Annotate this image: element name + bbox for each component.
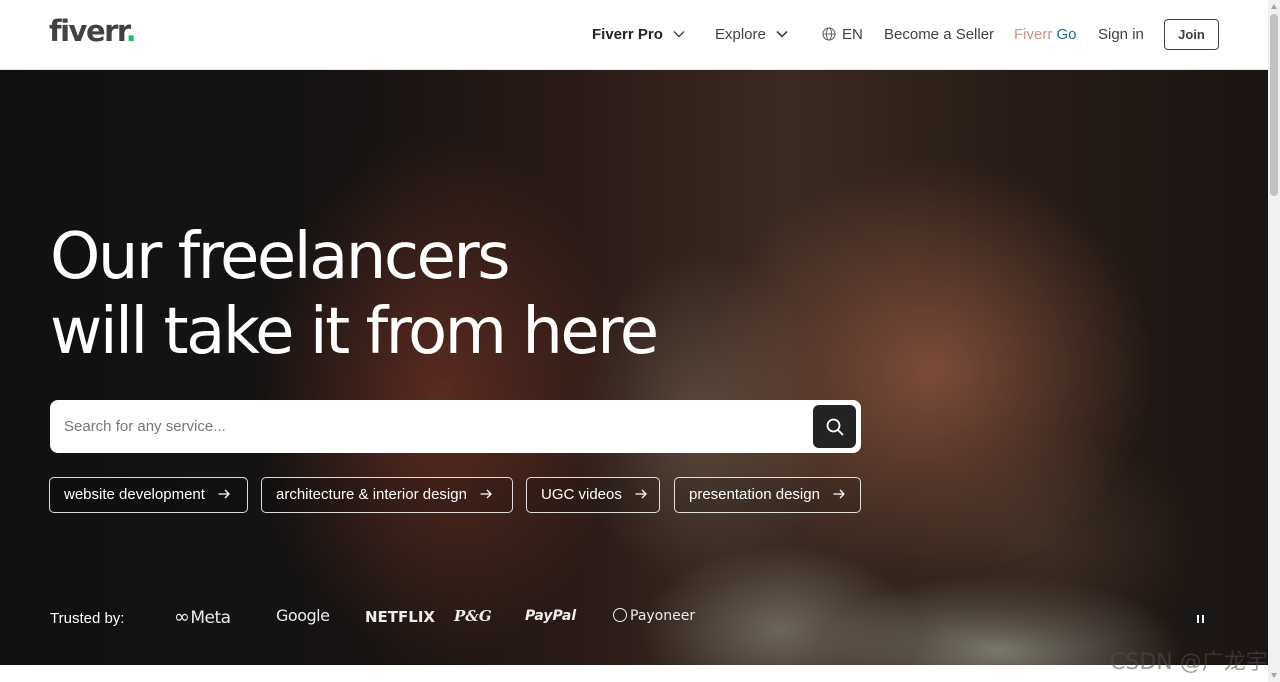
meta-logo: ∞Meta bbox=[174, 606, 231, 628]
nav-become-seller[interactable]: Become a Seller bbox=[884, 25, 994, 45]
chevron-down-icon bbox=[673, 30, 685, 38]
join-button[interactable]: Join bbox=[1164, 19, 1219, 50]
hero-title-line2: will take it from here bbox=[50, 295, 659, 369]
page-scrollbar[interactable] bbox=[1268, 0, 1280, 682]
suggestion-chip[interactable]: architecture & interior design bbox=[261, 477, 513, 513]
arrow-right-icon bbox=[833, 489, 846, 499]
fiverr-logo[interactable]: fiverr. bbox=[49, 14, 137, 48]
logo-dot: . bbox=[125, 14, 137, 48]
paypal-logo: PayPal bbox=[525, 608, 577, 624]
payoneer-ring-icon bbox=[613, 607, 627, 622]
search-icon bbox=[826, 418, 843, 435]
arrow-right-icon bbox=[218, 489, 231, 499]
payoneer-logo-text: Payoneer bbox=[630, 608, 696, 624]
scroll-up-arrow-icon[interactable] bbox=[1271, 4, 1277, 9]
fiverr-go-part1: Fiverr bbox=[1014, 26, 1053, 43]
suggestion-chip[interactable]: UGC videos bbox=[526, 477, 660, 513]
payoneer-logo: Payoneer bbox=[613, 607, 696, 624]
top-header: fiverr. Fiverr Pro Explore EN Become a S… bbox=[0, 0, 1268, 70]
trusted-by-label: Trusted by: bbox=[50, 610, 125, 627]
meta-logo-text: Meta bbox=[190, 608, 231, 628]
nav-language-label: EN bbox=[842, 26, 863, 43]
chevron-down-icon bbox=[776, 30, 788, 38]
suggestion-label: architecture & interior design bbox=[276, 486, 467, 503]
logo-text: fiverr bbox=[49, 14, 127, 48]
search-button[interactable] bbox=[813, 405, 856, 448]
pause-icon bbox=[1196, 615, 1199, 623]
nav-sign-in[interactable]: Sign in bbox=[1098, 25, 1144, 45]
nav-fiverr-pro-label: Fiverr Pro bbox=[592, 26, 663, 43]
search-input[interactable] bbox=[50, 400, 810, 453]
scroll-thumb[interactable] bbox=[1270, 14, 1278, 196]
suggestion-chip[interactable]: website development bbox=[49, 477, 248, 513]
nav-fiverr-pro[interactable]: Fiverr Pro bbox=[592, 25, 685, 45]
netflix-logo: NETFLIX bbox=[365, 608, 435, 626]
nav-explore[interactable]: Explore bbox=[715, 25, 788, 45]
scroll-down-arrow-icon[interactable] bbox=[1271, 673, 1277, 678]
nav-explore-label: Explore bbox=[715, 26, 766, 43]
suggestion-label: UGC videos bbox=[541, 486, 622, 503]
video-pause-button[interactable] bbox=[1182, 601, 1218, 637]
arrow-right-icon bbox=[480, 489, 493, 499]
globe-icon bbox=[822, 27, 836, 41]
suggestion-label: website development bbox=[64, 486, 205, 503]
arrow-right-icon bbox=[635, 489, 647, 499]
google-logo: Google bbox=[276, 606, 330, 625]
hero-section: Our freelancers will take it from here w… bbox=[0, 70, 1268, 665]
pause-icon-bar bbox=[1201, 615, 1204, 623]
hero-title-line1: Our freelancers bbox=[50, 220, 511, 294]
nav-language[interactable]: EN bbox=[822, 25, 863, 45]
search-bar bbox=[50, 400, 861, 453]
csdn-watermark: CSDN @广龙宇 bbox=[1110, 650, 1268, 675]
pg-logo: P&G bbox=[454, 607, 492, 625]
suggestion-chip[interactable]: presentation design bbox=[674, 477, 861, 513]
fiverr-go-part2: Go bbox=[1052, 26, 1077, 43]
suggestion-label: presentation design bbox=[689, 486, 820, 503]
nav-fiverr-go[interactable]: Fiverr Go bbox=[1014, 25, 1077, 45]
hero-title: Our freelancers will take it from here bbox=[50, 220, 750, 370]
